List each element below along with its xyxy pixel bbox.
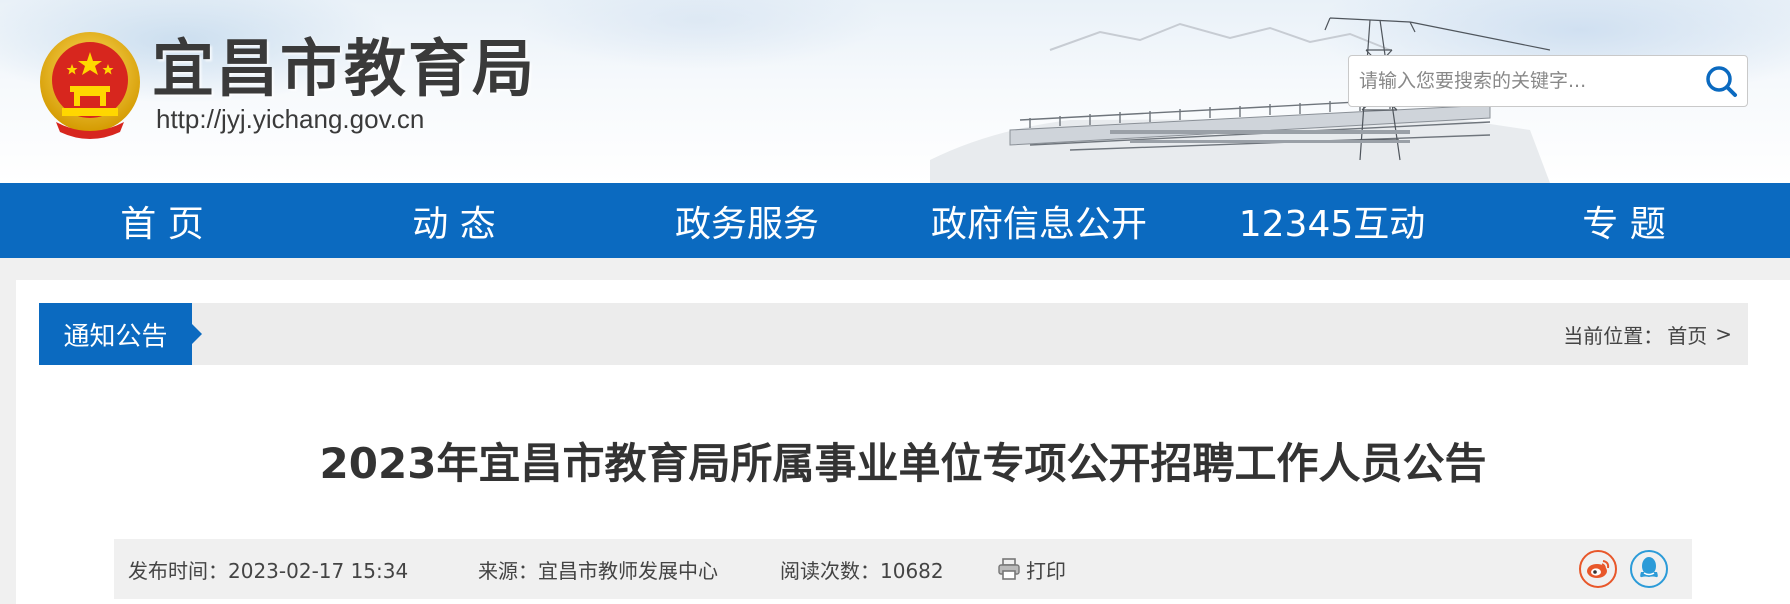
qq-icon bbox=[1640, 557, 1658, 578]
article-source: 来源：宜昌市教师发展中心 bbox=[478, 558, 718, 583]
category-bar: 通知公告 当前位置： 首页 > bbox=[39, 303, 1748, 365]
article-title: 2023年宜昌市教育局所属事业单位专项公开招聘工作人员公告 bbox=[319, 439, 1487, 488]
search-box bbox=[1348, 55, 1748, 107]
nav-topics[interactable]: 专 题 bbox=[1478, 183, 1770, 258]
print-button[interactable]: 打印 bbox=[998, 539, 1066, 599]
site-title: 宜昌市教育局 bbox=[152, 32, 537, 105]
content-panel: 通知公告 当前位置： 首页 > 2023年宜昌市教育局所属事业单位专项公开招聘工… bbox=[16, 280, 1790, 604]
site-header: 宜昌市教育局 http://jyj.yichang.gov.cn bbox=[0, 0, 1790, 183]
print-label: 打印 bbox=[1026, 558, 1066, 583]
search-input[interactable] bbox=[1349, 56, 1689, 106]
weibo-icon bbox=[1587, 560, 1610, 578]
nav-info-disclosure[interactable]: 政府信息公开 bbox=[893, 183, 1185, 258]
site-url[interactable]: http://jyj.yichang.gov.cn bbox=[156, 104, 424, 134]
main-nav: 首 页 动 态 政务服务 政府信息公开 12345互动 专 题 bbox=[0, 183, 1790, 258]
printer-icon bbox=[998, 558, 1020, 580]
national-emblem-icon bbox=[40, 32, 140, 139]
publish-time: 发布时间：2023-02-17 15:34 bbox=[128, 558, 409, 583]
search-icon bbox=[1706, 66, 1737, 97]
nav-home[interactable]: 首 页 bbox=[16, 183, 308, 258]
article-meta-bar: 发布时间：2023-02-17 15:34 来源：宜昌市教师发展中心 阅读次数：… bbox=[114, 539, 1692, 599]
breadcrumb-prefix: 当前位置： bbox=[1563, 323, 1664, 348]
category-tab[interactable]: 通知公告 bbox=[39, 303, 202, 365]
nav-services[interactable]: 政务服务 bbox=[601, 183, 893, 258]
search-button[interactable] bbox=[1701, 62, 1741, 102]
breadcrumb: 当前位置： 首页 > bbox=[1563, 303, 1732, 365]
nav-news[interactable]: 动 态 bbox=[308, 183, 600, 258]
read-count: 阅读次数：10682 bbox=[780, 558, 944, 583]
share-weibo-button[interactable] bbox=[1579, 550, 1617, 588]
nav-12345[interactable]: 12345互动 bbox=[1186, 183, 1478, 258]
breadcrumb-home-link[interactable]: 首页 bbox=[1667, 320, 1707, 349]
share-qq-button[interactable] bbox=[1630, 550, 1668, 588]
breadcrumb-separator: > bbox=[1715, 322, 1732, 346]
